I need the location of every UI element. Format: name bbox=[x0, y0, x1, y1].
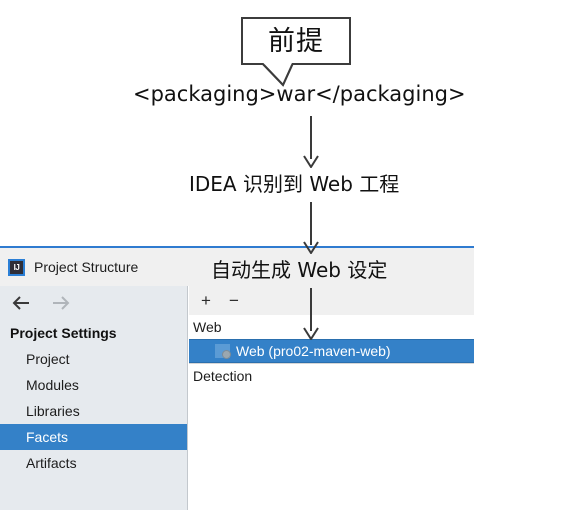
sidebar: Project Settings Project Modules Librari… bbox=[0, 286, 188, 510]
facets-tree: Web Web (pro02-maven-web) Detection bbox=[189, 315, 474, 388]
arrow-down-icon-3 bbox=[300, 288, 322, 341]
add-facet-button[interactable]: + bbox=[199, 292, 213, 309]
sidebar-item-artifacts[interactable]: Artifacts bbox=[0, 450, 187, 476]
forward-button[interactable] bbox=[52, 295, 70, 311]
intellij-idea-icon-letters: IJ bbox=[13, 262, 20, 272]
remove-facet-button[interactable]: − bbox=[227, 292, 241, 309]
sidebar-section-header: Project Settings bbox=[10, 325, 117, 341]
tree-group-web[interactable]: Web bbox=[189, 315, 474, 339]
dialog-body: Project Settings Project Modules Librari… bbox=[0, 286, 474, 510]
sidebar-item-project[interactable]: Project bbox=[0, 346, 187, 372]
web-facet-icon bbox=[215, 344, 231, 359]
callout-bubble: 前提 bbox=[241, 17, 351, 65]
auto-generate-web-text: 自动生成 Web 设定 bbox=[211, 258, 388, 282]
callout-label: 前提 bbox=[268, 25, 324, 57]
panel-toolbar: + − bbox=[189, 286, 474, 315]
intellij-idea-icon: IJ bbox=[8, 258, 25, 276]
tree-item-web-facet[interactable]: Web (pro02-maven-web) bbox=[189, 339, 474, 363]
tree-group-detection[interactable]: Detection bbox=[189, 364, 474, 388]
tree-item-label: Web (pro02-maven-web) bbox=[236, 343, 391, 359]
packaging-declaration-text: <packaging>war</packaging> bbox=[133, 82, 466, 106]
idea-detect-web-text: IDEA 识别到 Web 工程 bbox=[189, 172, 400, 196]
project-structure-dialog: IJ Project Structure Project Settings Pr… bbox=[0, 246, 474, 510]
facets-panel: + − Web Web (pro02-maven-web) Detection bbox=[189, 286, 474, 510]
arrow-down-icon-1 bbox=[300, 116, 322, 169]
sidebar-item-libraries[interactable]: Libraries bbox=[0, 398, 187, 424]
page-title: Project Structure bbox=[34, 259, 139, 275]
back-button[interactable] bbox=[12, 295, 30, 311]
arrow-down-icon-2 bbox=[300, 202, 322, 255]
sidebar-item-facets[interactable]: Facets bbox=[0, 424, 187, 450]
navigation-bar bbox=[0, 286, 187, 320]
sidebar-item-modules[interactable]: Modules bbox=[0, 372, 187, 398]
